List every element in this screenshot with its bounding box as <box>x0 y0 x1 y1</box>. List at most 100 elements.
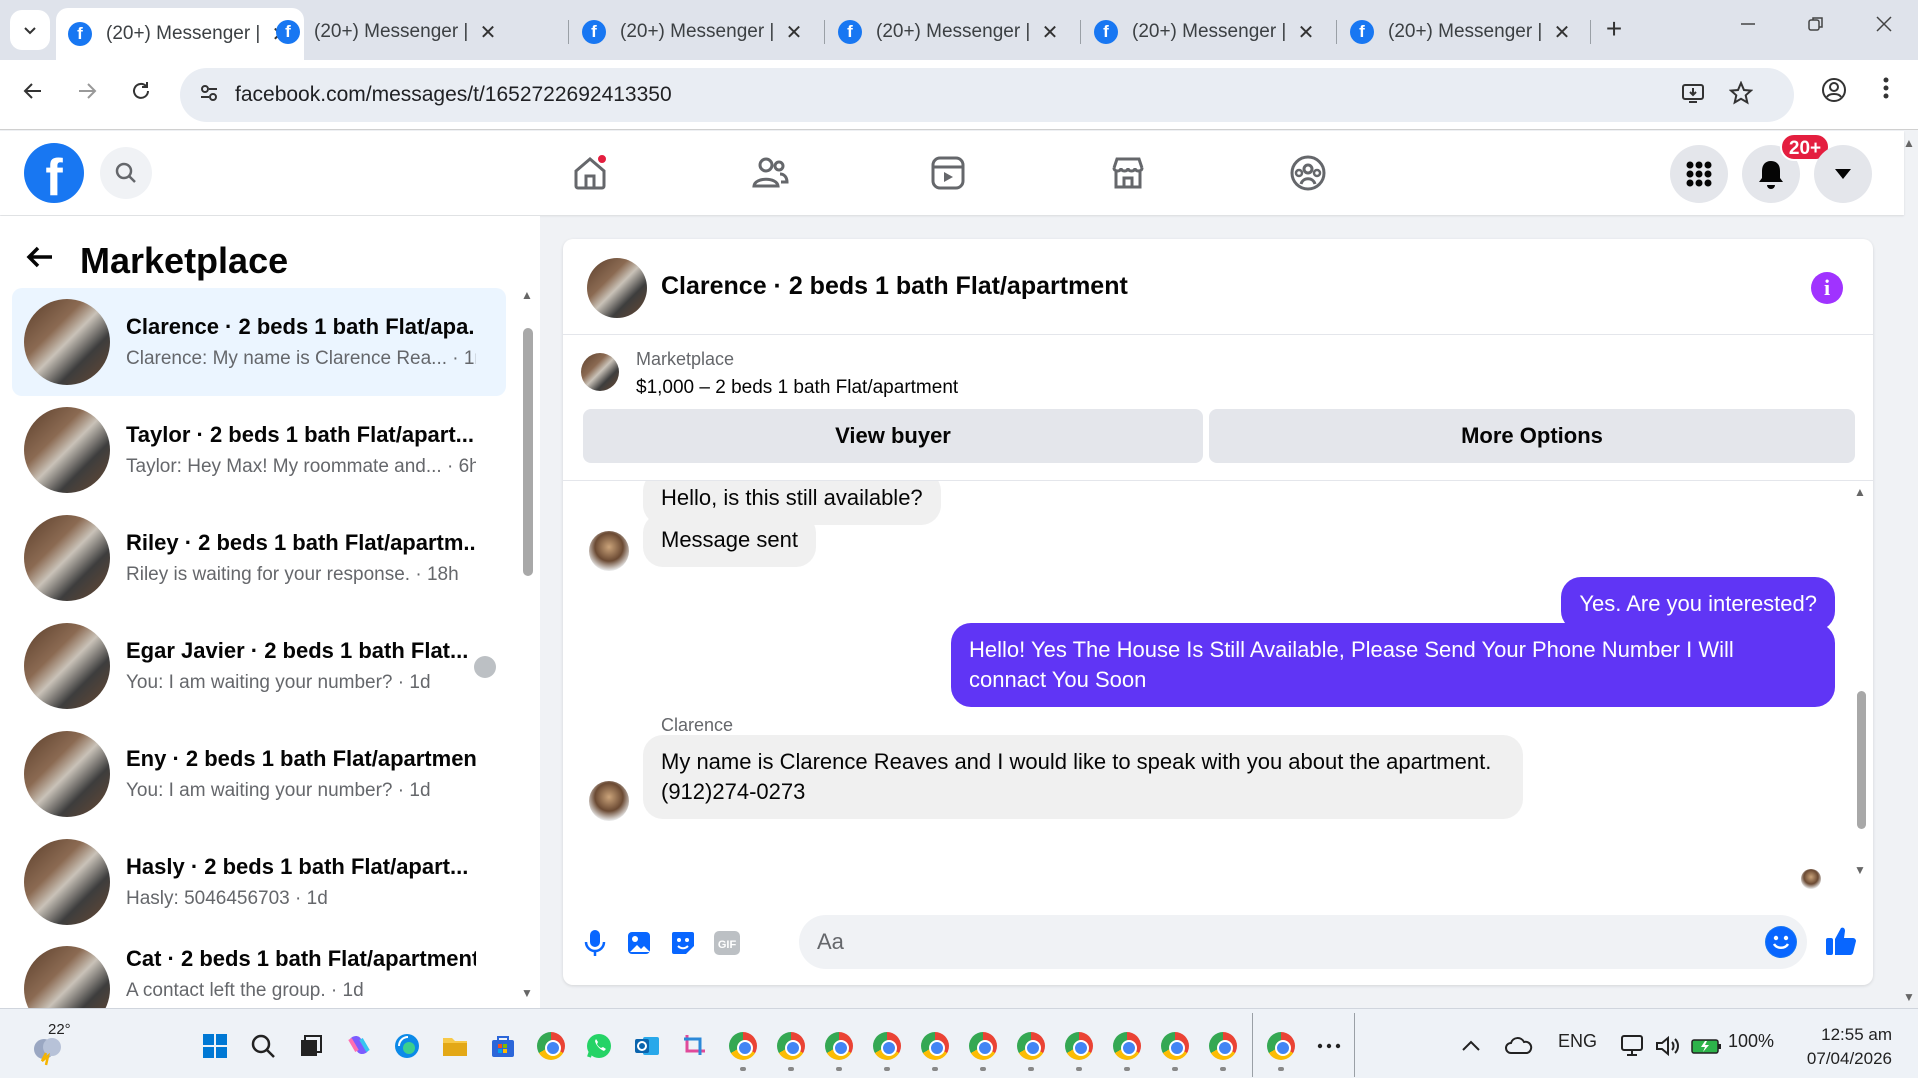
scroll-down-icon[interactable]: ▼ <box>1853 863 1867 877</box>
chrome-icon[interactable] <box>536 1031 566 1061</box>
chrome-window-icon[interactable] <box>1112 1031 1142 1061</box>
forward-arrow-icon[interactable] <box>68 76 106 114</box>
address-bar[interactable]: facebook.com/messages/t/1652722692413350 <box>180 68 1794 122</box>
network-icon[interactable] <box>1618 1031 1648 1061</box>
view-buyer-button[interactable]: View buyer <box>583 409 1203 463</box>
listing-summary[interactable]: $1,000 – 2 beds 1 bath Flat/apartment <box>636 377 958 399</box>
search-button[interactable] <box>100 147 152 199</box>
close-window-icon[interactable] <box>1864 14 1904 46</box>
back-arrow-icon[interactable] <box>14 76 52 114</box>
conversation-item[interactable]: Taylor · 2 beds 1 bath Flat/apart... Tay… <box>12 396 506 504</box>
back-arrow-icon[interactable] <box>24 241 56 282</box>
conversation-item[interactable]: Cat · 2 beds 1 bath Flat/apartment A con… <box>12 936 506 1008</box>
chrome-window-icon[interactable] <box>1064 1031 1094 1061</box>
edge-icon[interactable] <box>392 1031 422 1061</box>
chrome-window-icon[interactable] <box>1016 1031 1046 1061</box>
sticker-icon[interactable] <box>665 925 701 961</box>
chrome-window-icon[interactable] <box>824 1031 854 1061</box>
install-app-icon[interactable] <box>1678 81 1708 111</box>
info-icon[interactable]: i <box>1811 272 1843 304</box>
facebook-logo-icon[interactable]: f <box>24 143 84 203</box>
battery-icon[interactable] <box>1690 1031 1724 1061</box>
bookmark-star-icon[interactable] <box>1726 80 1756 111</box>
minimize-window-icon[interactable] <box>1728 14 1768 46</box>
chat-title[interactable]: Clarence · 2 beds 1 bath Flat/apartment <box>661 272 1128 301</box>
conversation-item[interactable]: Riley · 2 beds 1 bath Flat/apartm... Ril… <box>12 504 506 612</box>
page-scroll-down-icon[interactable]: ▼ <box>1902 990 1916 1004</box>
reload-icon[interactable] <box>122 76 160 114</box>
sender-avatar[interactable] <box>589 531 629 571</box>
incoming-message: My name is Clarence Reaves and I would l… <box>643 735 1523 819</box>
message-input[interactable] <box>817 925 1717 959</box>
scroll-up-icon[interactable]: ▲ <box>520 288 534 302</box>
more-apps-icon[interactable] <box>1314 1031 1344 1061</box>
photo-icon[interactable] <box>621 925 657 961</box>
browser-tab-4[interactable]: f (20+) Messenger | ✕ <box>826 8 1074 56</box>
onedrive-icon[interactable] <box>1504 1031 1534 1061</box>
copilot-icon[interactable] <box>344 1031 374 1061</box>
marketplace-icon[interactable] <box>1104 149 1152 197</box>
new-tab-button[interactable]: + <box>1598 14 1630 46</box>
show-hidden-icons-icon[interactable] <box>1456 1031 1486 1061</box>
chrome-window-icon[interactable] <box>728 1031 758 1061</box>
chrome-window-icon[interactable] <box>872 1031 902 1061</box>
close-tab-icon[interactable]: ✕ <box>1038 20 1062 45</box>
language-indicator[interactable]: ENG <box>1558 1031 1597 1052</box>
page-scroll-up-icon[interactable]: ▲ <box>1902 136 1916 150</box>
emoji-icon[interactable] <box>1765 926 1797 958</box>
conversation-item[interactable]: Egar Javier · 2 beds 1 bath Flat... You:… <box>12 612 506 720</box>
restore-window-icon[interactable] <box>1796 14 1836 46</box>
sender-avatar[interactable] <box>589 781 629 821</box>
conversation-item[interactable]: Hasly · 2 beds 1 bath Flat/apart... Hasl… <box>12 828 506 936</box>
conversation-item[interactable]: Clarence · 2 beds 1 bath Flat/apa... Cla… <box>12 288 506 396</box>
video-icon[interactable] <box>924 149 972 197</box>
more-options-button[interactable]: More Options <box>1209 409 1855 463</box>
listing-thumbnail[interactable] <box>587 258 647 318</box>
close-tab-icon[interactable]: ✕ <box>782 20 806 45</box>
microphone-icon[interactable] <box>577 925 613 961</box>
whatsapp-icon[interactable] <box>584 1031 614 1061</box>
scrollbar-thumb[interactable] <box>1857 691 1866 829</box>
browser-tab-3[interactable]: f (20+) Messenger | ✕ <box>570 8 818 56</box>
chrome-window-icon[interactable] <box>1208 1031 1238 1061</box>
profile-icon[interactable] <box>1816 76 1852 112</box>
chrome-window-icon[interactable] <box>776 1031 806 1061</box>
scrollbar-thumb[interactable] <box>523 328 533 576</box>
tab-search-menu-button[interactable] <box>10 10 50 50</box>
groups-icon[interactable] <box>1284 149 1332 197</box>
scroll-up-icon[interactable]: ▲ <box>1853 485 1867 499</box>
start-menu-icon[interactable] <box>200 1031 230 1061</box>
scroll-down-icon[interactable]: ▼ <box>520 986 534 1000</box>
home-icon[interactable] <box>566 149 614 197</box>
conversation-item[interactable]: Eny · 2 beds 1 bath Flat/apartment You: … <box>12 720 506 828</box>
chrome-window-icon[interactable] <box>1160 1031 1190 1061</box>
browser-tab-6[interactable]: f (20+) Messenger | ✕ <box>1338 8 1586 56</box>
close-tab-icon[interactable]: ✕ <box>476 20 500 45</box>
url-text[interactable]: facebook.com/messages/t/1652722692413350 <box>235 83 672 107</box>
chrome-window-icon[interactable] <box>920 1031 950 1061</box>
site-settings-icon[interactable] <box>196 82 222 108</box>
task-view-icon[interactable] <box>296 1031 326 1061</box>
chrome-window-icon[interactable] <box>968 1031 998 1061</box>
friends-icon[interactable] <box>746 149 794 197</box>
microsoft-store-icon[interactable] <box>488 1031 518 1061</box>
gif-icon[interactable]: GIF <box>709 925 745 961</box>
browser-tab-5[interactable]: f (20+) Messenger | ✕ <box>1082 8 1330 56</box>
account-menu-button[interactable] <box>1814 145 1872 203</box>
close-tab-icon[interactable]: ✕ <box>1294 20 1318 45</box>
chrome-window-icon[interactable] <box>1266 1031 1296 1061</box>
message-input-box[interactable] <box>799 915 1807 969</box>
outlook-icon[interactable] <box>632 1031 662 1061</box>
volume-icon[interactable] <box>1652 1031 1682 1061</box>
snipping-tool-icon[interactable] <box>680 1031 710 1061</box>
sidebar-scrollbar[interactable]: ▲ ▼ <box>520 288 534 1000</box>
system-clock[interactable]: 12:55 am 07/04/2026 <box>1796 1023 1892 1071</box>
chat-scrollbar[interactable]: ▲ ▼ <box>1853 481 1869 881</box>
search-icon[interactable] <box>248 1031 278 1061</box>
file-explorer-icon[interactable] <box>440 1031 470 1061</box>
menu-grid-button[interactable] <box>1670 145 1728 203</box>
thumbs-up-icon[interactable] <box>1821 921 1861 961</box>
browser-menu-icon[interactable] <box>1868 76 1904 112</box>
browser-tab-2[interactable]: f (20+) Messenger | ✕ <box>264 8 512 56</box>
close-tab-icon[interactable]: ✕ <box>1550 20 1574 45</box>
